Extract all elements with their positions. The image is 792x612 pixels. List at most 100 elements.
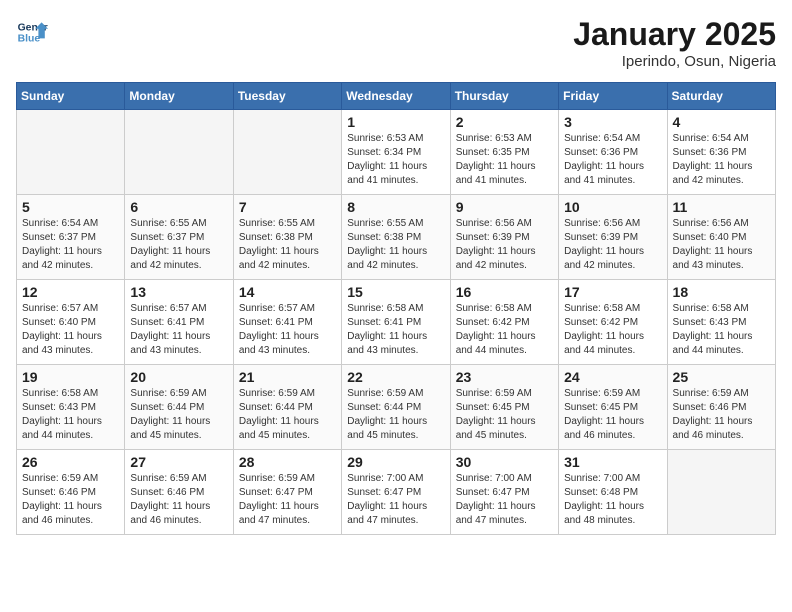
calendar-subtitle: Iperindo, Osun, Nigeria (573, 53, 776, 70)
weekday-header: Tuesday (233, 83, 341, 110)
calendar-cell: 21 Sunrise: 6:59 AMSunset: 6:44 PMDayligh… (233, 365, 341, 450)
calendar-cell: 10Sunrise: 6:56 AMSunset: 6:39 PMDayligh… (559, 195, 667, 280)
day-info: Sunrise: 6:54 AMSunset: 6:36 PMDaylight:… (673, 132, 770, 188)
calendar-week-row: 26Sunrise: 6:59 AMSunset: 6:46 PMDayligh… (17, 450, 776, 535)
day-info: Sunrise: 6:55 AMSunset: 6:38 PMDaylight:… (347, 217, 444, 273)
calendar-cell: 6 Sunrise: 6:55 AMSunset: 6:37 PMDaylight… (125, 195, 233, 280)
weekday-header: Saturday (667, 83, 775, 110)
calendar-title: January 2025 (573, 16, 776, 53)
day-number: 4 (673, 114, 770, 130)
day-number: 28 (239, 454, 336, 470)
day-info: Sunrise: 6:58 AMSunset: 6:41 PMDaylight:… (347, 302, 444, 358)
calendar-cell: 5 Sunrise: 6:54 AMSunset: 6:37 PMDaylight… (17, 195, 125, 280)
calendar-cell: 19 Sunrise: 6:58 AMSunset: 6:43 PMDayligh… (17, 365, 125, 450)
day-number: 2 (456, 114, 553, 130)
calendar-cell: 12Sunrise: 6:57 AMSunset: 6:40 PMDayligh… (17, 280, 125, 365)
day-number: 31 (564, 454, 661, 470)
logo: General Blue (16, 16, 48, 48)
calendar-week-row: 5 Sunrise: 6:54 AMSunset: 6:37 PMDaylight… (17, 195, 776, 280)
day-number: 30 (456, 454, 553, 470)
day-info: Sunrise: 6:56 AMSunset: 6:39 PMDaylight:… (456, 217, 553, 273)
day-info: Sunrise: 6:53 AMSunset: 6:35 PMDaylight:… (456, 132, 553, 188)
calendar-week-row: 1Sunrise: 6:53 AMSunset: 6:34 PMDaylight… (17, 110, 776, 195)
day-info: Sunrise: 6:55 AMSunset: 6:38 PMDaylight:… (239, 217, 336, 273)
calendar-cell: 1Sunrise: 6:53 AMSunset: 6:34 PMDaylight… (342, 110, 450, 195)
day-info: Sunrise: 6:55 AMSunset: 6:37 PMDaylight:… (130, 217, 227, 273)
calendar-week-row: 19 Sunrise: 6:58 AMSunset: 6:43 PMDayligh… (17, 365, 776, 450)
day-info: Sunrise: 6:59 AMSunset: 6:45 PMDaylight:… (456, 387, 553, 443)
day-info: Sunrise: 6:59 AMSunset: 6:47 PMDaylight:… (239, 472, 336, 528)
calendar-cell: 17Sunrise: 6:58 AMSunset: 6:42 PMDayligh… (559, 280, 667, 365)
calendar-cell: 25 Sunrise: 6:59 AMSunset: 6:46 PMDayligh… (667, 365, 775, 450)
day-info: Sunrise: 7:00 AMSunset: 6:47 PMDaylight:… (456, 472, 553, 528)
day-number: 14 (239, 284, 336, 300)
day-info: Sunrise: 6:54 AMSunset: 6:37 PMDaylight:… (22, 217, 119, 273)
day-info: Sunrise: 6:54 AMSunset: 6:36 PMDaylight:… (564, 132, 661, 188)
calendar-cell (667, 450, 775, 535)
title-block: January 2025 Iperindo, Osun, Nigeria (573, 16, 776, 70)
calendar-cell: 15 Sunrise: 6:58 AMSunset: 6:41 PMDayligh… (342, 280, 450, 365)
svg-text:Blue: Blue (18, 34, 41, 45)
calendar-cell: 18 Sunrise: 6:58 AMSunset: 6:43 PMDayligh… (667, 280, 775, 365)
day-number: 5 (22, 199, 119, 215)
calendar-cell: 8 Sunrise: 6:55 AMSunset: 6:38 PMDaylight… (342, 195, 450, 280)
calendar-cell (233, 110, 341, 195)
calendar-cell: 7Sunrise: 6:55 AMSunset: 6:38 PMDaylight… (233, 195, 341, 280)
day-info: Sunrise: 6:57 AMSunset: 6:41 PMDaylight:… (130, 302, 227, 358)
day-number: 8 (347, 199, 444, 215)
weekday-header: Wednesday (342, 83, 450, 110)
weekday-header: Thursday (450, 83, 558, 110)
day-number: 10 (564, 199, 661, 215)
day-number: 9 (456, 199, 553, 215)
calendar-week-row: 12Sunrise: 6:57 AMSunset: 6:40 PMDayligh… (17, 280, 776, 365)
day-number: 23 (456, 369, 553, 385)
day-number: 24 (564, 369, 661, 385)
day-info: Sunrise: 6:57 AMSunset: 6:41 PMDaylight:… (239, 302, 336, 358)
day-number: 21 (239, 369, 336, 385)
day-number: 25 (673, 369, 770, 385)
day-info: Sunrise: 6:59 AMSunset: 6:45 PMDaylight:… (564, 387, 661, 443)
calendar-cell: 3 Sunrise: 6:54 AMSunset: 6:36 PMDaylight… (559, 110, 667, 195)
day-number: 19 (22, 369, 119, 385)
calendar-cell: 11 Sunrise: 6:56 AMSunset: 6:40 PMDayligh… (667, 195, 775, 280)
day-info: Sunrise: 6:56 AMSunset: 6:40 PMDaylight:… (673, 217, 770, 273)
day-info: Sunrise: 6:59 AMSunset: 6:44 PMDaylight:… (239, 387, 336, 443)
calendar-cell: 30 Sunrise: 7:00 AMSunset: 6:47 PMDayligh… (450, 450, 558, 535)
day-info: Sunrise: 6:59 AMSunset: 6:46 PMDaylight:… (22, 472, 119, 528)
day-number: 11 (673, 199, 770, 215)
day-number: 16 (456, 284, 553, 300)
day-number: 15 (347, 284, 444, 300)
calendar-table: SundayMondayTuesdayWednesdayThursdayFrid… (16, 82, 776, 535)
day-number: 20 (130, 369, 227, 385)
weekday-header: Friday (559, 83, 667, 110)
calendar-cell: 13 Sunrise: 6:57 AMSunset: 6:41 PMDayligh… (125, 280, 233, 365)
calendar-cell: 26Sunrise: 6:59 AMSunset: 6:46 PMDayligh… (17, 450, 125, 535)
day-info: Sunrise: 6:59 AMSunset: 6:44 PMDaylight:… (130, 387, 227, 443)
calendar-cell: 29Sunrise: 7:00 AMSunset: 6:47 PMDayligh… (342, 450, 450, 535)
day-info: Sunrise: 6:59 AMSunset: 6:46 PMDaylight:… (673, 387, 770, 443)
day-number: 29 (347, 454, 444, 470)
calendar-cell: 23 Sunrise: 6:59 AMSunset: 6:45 PMDayligh… (450, 365, 558, 450)
day-info: Sunrise: 6:58 AMSunset: 6:43 PMDaylight:… (22, 387, 119, 443)
calendar-cell: 28 Sunrise: 6:59 AMSunset: 6:47 PMDayligh… (233, 450, 341, 535)
logo-icon: General Blue (16, 16, 48, 48)
calendar-cell: 2 Sunrise: 6:53 AMSunset: 6:35 PMDaylight… (450, 110, 558, 195)
calendar-body: 1Sunrise: 6:53 AMSunset: 6:34 PMDaylight… (17, 110, 776, 535)
day-number: 27 (130, 454, 227, 470)
calendar-cell: 4 Sunrise: 6:54 AMSunset: 6:36 PMDaylight… (667, 110, 775, 195)
weekday-header: Sunday (17, 83, 125, 110)
day-number: 12 (22, 284, 119, 300)
day-number: 13 (130, 284, 227, 300)
day-number: 17 (564, 284, 661, 300)
day-number: 6 (130, 199, 227, 215)
calendar-cell: 14 Sunrise: 6:57 AMSunset: 6:41 PMDayligh… (233, 280, 341, 365)
day-info: Sunrise: 6:59 AMSunset: 6:44 PMDaylight:… (347, 387, 444, 443)
day-info: Sunrise: 6:58 AMSunset: 6:43 PMDaylight:… (673, 302, 770, 358)
day-number: 22 (347, 369, 444, 385)
day-info: Sunrise: 6:58 AMSunset: 6:42 PMDaylight:… (456, 302, 553, 358)
day-number: 1 (347, 114, 444, 130)
calendar-cell (17, 110, 125, 195)
day-number: 3 (564, 114, 661, 130)
calendar-cell: 9 Sunrise: 6:56 AMSunset: 6:39 PMDaylight… (450, 195, 558, 280)
day-number: 18 (673, 284, 770, 300)
